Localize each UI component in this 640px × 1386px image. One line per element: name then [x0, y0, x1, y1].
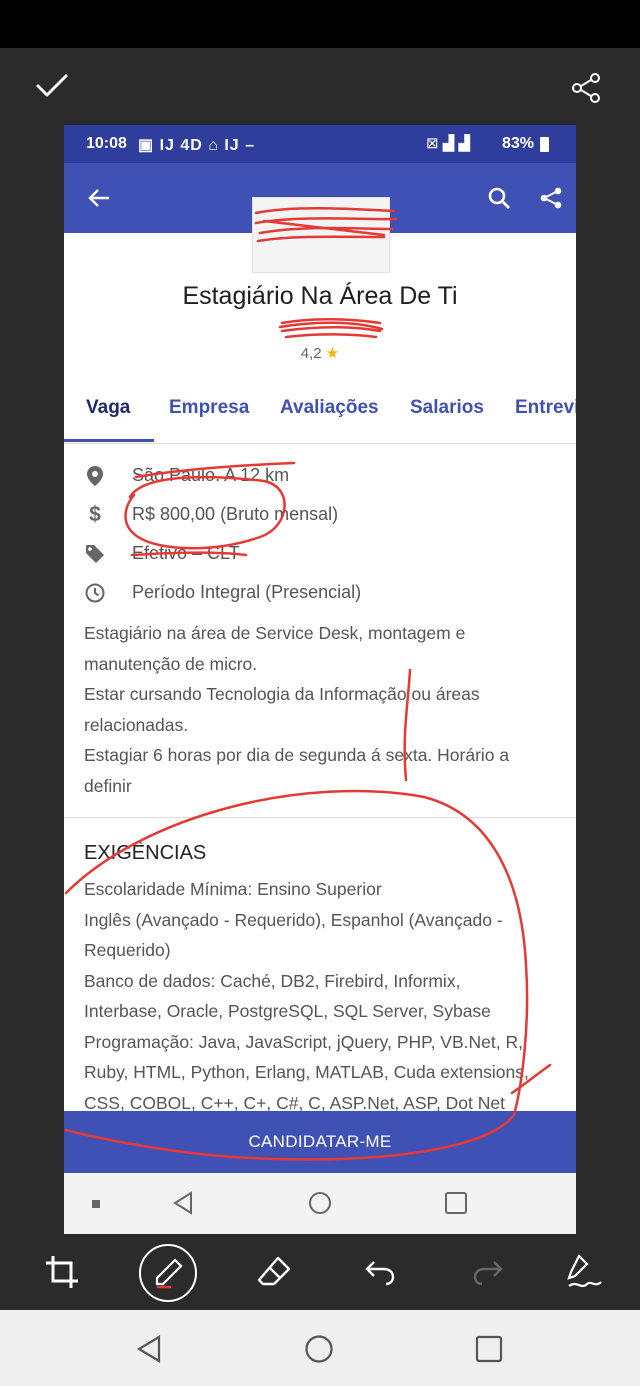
undo-button[interactable] — [356, 1248, 404, 1296]
confirm-button[interactable] — [26, 66, 78, 106]
top-black-bar — [0, 0, 640, 48]
signature-tool-button[interactable] — [560, 1248, 608, 1296]
red-annotation-layer — [64, 206, 552, 1161]
requirements-outline — [64, 789, 529, 1161]
requirements-tick — [510, 1063, 552, 1095]
share-button[interactable] — [564, 66, 608, 110]
redo-icon — [473, 1261, 503, 1286]
share-icon — [572, 73, 600, 103]
pen-tool-button[interactable] — [139, 1244, 197, 1302]
company-name-scribble — [278, 318, 384, 339]
logo-scribble — [254, 206, 398, 243]
salary-circle — [124, 475, 286, 550]
system-home-icon[interactable] — [304, 1334, 334, 1364]
crop-tool-button[interactable] — [38, 1248, 86, 1296]
system-back-icon[interactable] — [136, 1334, 162, 1364]
check-icon — [36, 74, 68, 97]
system-recents-icon[interactable] — [474, 1334, 504, 1364]
system-nav-bar — [0, 1310, 640, 1386]
pen-icon — [155, 1258, 183, 1289]
annotated-screenshot: 10:08 ▣ IJ 4D ⌂ IJ – ⊠ ▟ ▟ 83% Estagiári… — [64, 125, 576, 1234]
eraser-tool-button[interactable] — [250, 1248, 298, 1296]
undo-icon — [365, 1261, 395, 1286]
signature-icon — [567, 1254, 602, 1288]
crop-icon — [46, 1256, 78, 1288]
redo-button[interactable] — [464, 1248, 512, 1296]
location-strikethrough — [134, 461, 296, 479]
eraser-icon — [257, 1256, 291, 1286]
description-mark — [403, 668, 412, 782]
contract-strikethrough — [130, 551, 248, 557]
